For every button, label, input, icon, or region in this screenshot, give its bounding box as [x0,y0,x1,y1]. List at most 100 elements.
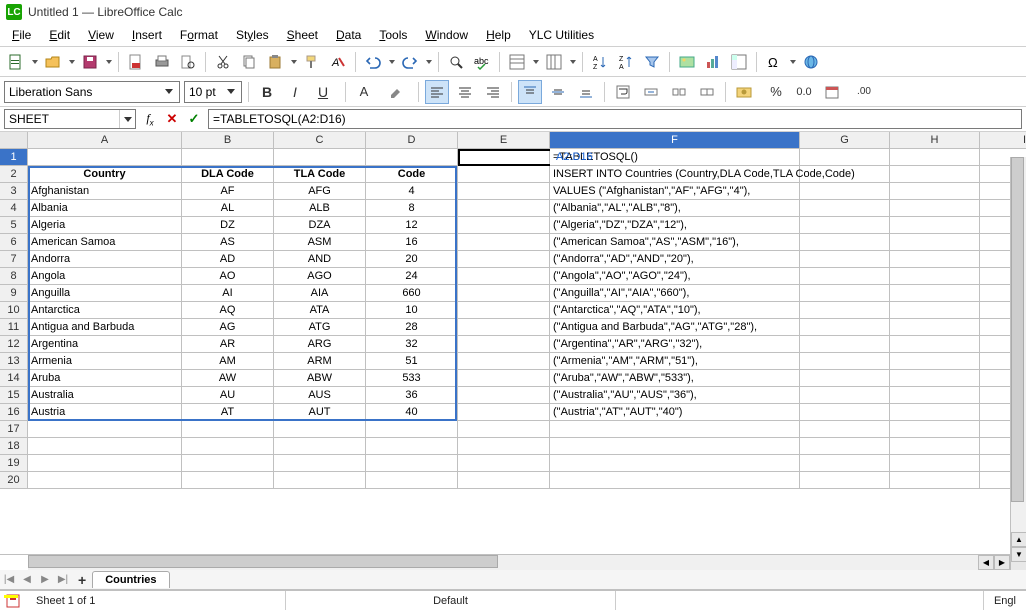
row-header[interactable]: 14 [0,370,28,387]
cell[interactable] [800,234,890,251]
cell[interactable]: Austria [28,404,182,421]
cell[interactable] [800,370,890,387]
cell[interactable]: Aruba [28,370,182,387]
spellcheck-icon[interactable]: abc [470,50,494,74]
cell[interactable]: ("Armenia","AM","ARM","51"), [550,353,800,370]
row-header[interactable]: 7 [0,251,28,268]
row-header[interactable]: 11 [0,319,28,336]
cell[interactable] [800,404,890,421]
cell[interactable] [458,183,550,200]
cell[interactable] [800,285,890,302]
cut-icon[interactable] [211,50,235,74]
cell[interactable] [890,336,980,353]
cell[interactable] [274,455,366,472]
cell[interactable] [890,217,980,234]
tab-prev-button[interactable]: ◀ [18,571,36,589]
cell[interactable]: ARM [274,353,366,370]
cell[interactable] [458,302,550,319]
row-header[interactable]: 4 [0,200,28,217]
cell[interactable] [458,319,550,336]
cell[interactable]: VALUES ("Afghanistan","AF","AFG","4"), [550,183,800,200]
cell[interactable]: ("Angola","AO","AGO","24"), [550,268,800,285]
cell[interactable] [366,421,458,438]
cell[interactable]: AGO [274,268,366,285]
column-header[interactable]: H [890,132,980,149]
cell[interactable] [458,234,550,251]
cell[interactable]: AT [182,404,274,421]
number-format-button[interactable]: 0.0 [792,80,816,104]
column-header[interactable]: A [28,132,182,149]
row-header[interactable]: 8 [0,268,28,285]
cell[interactable] [890,387,980,404]
row-header[interactable]: 18 [0,438,28,455]
column-header[interactable]: G [800,132,890,149]
cell[interactable]: Andorra [28,251,182,268]
cell[interactable]: AM [182,353,274,370]
accept-button[interactable]: ✓ [184,109,204,129]
cell[interactable]: ("Aruba","AW","ABW","533"), [550,370,800,387]
cell[interactable] [458,268,550,285]
cell[interactable] [458,353,550,370]
cell[interactable] [458,472,550,489]
cell[interactable]: TLA Code [274,166,366,183]
font-name-input[interactable] [5,82,161,102]
cell[interactable]: AUT [274,404,366,421]
row-header[interactable]: 1 [0,149,28,166]
export-pdf-icon[interactable] [124,50,148,74]
cell[interactable] [366,455,458,472]
cell[interactable] [274,421,366,438]
cell[interactable]: ("Algeria","DZ","DZA","12"), [550,217,800,234]
align-right-button[interactable] [481,80,505,104]
row-header[interactable]: 19 [0,455,28,472]
new-doc-icon[interactable] [4,50,28,74]
spreadsheet-grid[interactable]: ABCDEFGHIJ1=TABLETOSQL(A2:D16)2CountryDL… [0,132,1026,554]
cell[interactable] [458,285,550,302]
cell[interactable]: AO [182,268,274,285]
new-doc-dropdown[interactable] [30,60,39,64]
cell[interactable]: Code [366,166,458,183]
cell[interactable]: Afghanistan [28,183,182,200]
cell[interactable] [890,438,980,455]
clone-formatting-icon[interactable] [300,50,324,74]
cell[interactable] [366,472,458,489]
cell[interactable]: =TABLETOSQL(A2:D16) [550,149,800,166]
cell[interactable]: DZ [182,217,274,234]
tab-next-button[interactable]: ▶ [36,571,54,589]
cell[interactable] [458,455,550,472]
row-header[interactable]: 3 [0,183,28,200]
insert-image-icon[interactable] [675,50,699,74]
menu-ylc-utilities[interactable]: YLC Utilities [521,26,602,44]
paste-icon[interactable] [263,50,287,74]
cell[interactable]: Albania [28,200,182,217]
row-header[interactable]: 10 [0,302,28,319]
horizontal-scrollbar[interactable]: ◀ ▶ [0,554,1026,570]
cell[interactable]: American Samoa [28,234,182,251]
cell[interactable]: Armenia [28,353,182,370]
cell[interactable]: Antigua and Barbuda [28,319,182,336]
menu-styles[interactable]: Styles [228,26,277,44]
cell[interactable]: Algeria [28,217,182,234]
column-header[interactable]: I [980,132,1026,149]
cell[interactable] [800,353,890,370]
save-icon[interactable] [78,50,102,74]
row-header[interactable]: 17 [0,421,28,438]
italic-button[interactable]: I [283,80,307,104]
special-char-icon[interactable]: Ω [762,50,786,74]
cell[interactable] [182,438,274,455]
font-name-caret-icon[interactable] [161,82,177,102]
unmerge-cells-button[interactable] [667,80,691,104]
row-header[interactable]: 16 [0,404,28,421]
print-preview-icon[interactable] [176,50,200,74]
cell[interactable] [800,183,890,200]
sort-asc-icon[interactable]: AZ [588,50,612,74]
font-size-input[interactable] [185,82,223,102]
cell[interactable] [550,438,800,455]
cell[interactable] [890,183,980,200]
cell[interactable]: ARG [274,336,366,353]
col-dropdown[interactable] [568,60,577,64]
cell[interactable] [458,336,550,353]
cell[interactable] [890,302,980,319]
name-box-input[interactable] [5,110,119,128]
currency-button[interactable] [732,80,756,104]
add-sheet-button[interactable]: + [72,572,92,588]
